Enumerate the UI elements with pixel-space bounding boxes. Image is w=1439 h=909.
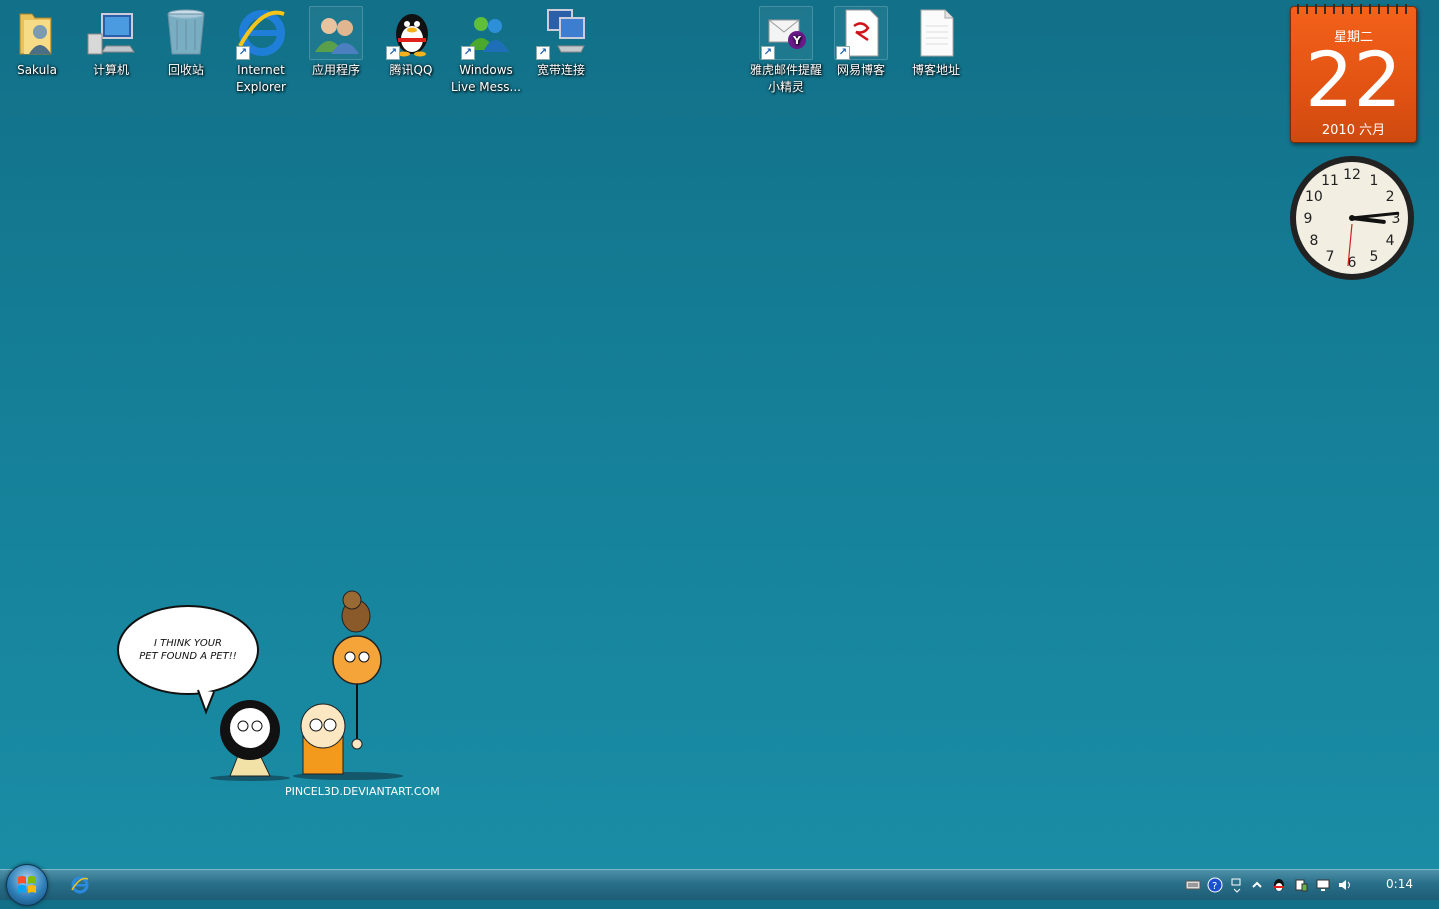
help-icon[interactable]: ? [1207,877,1223,893]
shortcut-arrow-icon: ↗ [761,46,775,60]
system-tray: ? 0:14 [1169,870,1439,900]
wallpaper-credit: PINCEL3D.DEVIANTART.COM [285,785,440,798]
show-hidden-icons-chevron-icon[interactable] [1249,877,1265,893]
windows-logo-icon [18,876,36,893]
volume-icon[interactable] [1337,877,1353,893]
restore-icon[interactable] [1229,877,1245,893]
clock-numeral: 12 [1343,167,1361,183]
shortcut-arrow-icon: ↗ [461,46,475,60]
desktop-icon-label: 应用程序 [311,63,360,77]
desktop-icon-label: Windows Live Mess... [450,63,521,94]
shortcut-arrow-icon: ↗ [386,46,400,60]
desktop-icon-computer[interactable]: 计算机 [74,2,148,79]
desktop-icon-label: 雅虎邮件提醒小精灵 [749,63,822,94]
clock-numeral: 8 [1309,233,1318,249]
desktop-icon-recycle-bin[interactable]: 回收站 [149,2,223,79]
desktop-icon-label: 回收站 [167,63,204,77]
svg-text:Y: Y [792,34,802,47]
shortcut-arrow-icon: ↗ [536,46,550,60]
desktop-icon-sakula[interactable]: Sakula [0,2,74,79]
calendar-gadget[interactable]: 星期二 22 2010 六月 [1290,4,1417,143]
safely-remove-icon[interactable] [1293,877,1309,893]
desktop-icon-applications[interactable]: 应用程序 [299,2,373,79]
wallpaper-cartoon: I THINK YOUR PET FOUND A PET!! PINCEL3D.… [110,580,450,805]
qq-tray-icon[interactable] [1271,877,1287,893]
users-icon [315,18,359,54]
desktop-icon-internet-explorer[interactable]: ↗ Internet Explorer [224,2,298,96]
clock-numeral: 1 [1370,173,1379,189]
calendar-day: 22 [1305,35,1402,124]
start-button[interactable] [6,864,48,906]
clock-numeral: 4 [1386,233,1395,249]
keyboard-icon[interactable] [1185,877,1201,893]
desktop-icon-label: 宽带连接 [536,63,585,77]
clock-numeral: 5 [1370,249,1379,265]
desktop-icon-label: Internet Explorer [236,63,286,94]
clock-center [1349,215,1355,221]
clock-numeral: 10 [1305,189,1323,205]
desktop-icon-netease-blog[interactable]: ↗ 网易博客 [824,2,898,79]
shortcut-arrow-icon: ↗ [236,46,250,60]
computer-icon [87,13,135,55]
desktop-icon-live-messenger[interactable]: ↗ Windows Live Mess... [449,2,523,96]
desktop-icon-label: 博客地址 [911,63,960,77]
quicklaunch-ie-button[interactable] [70,875,90,895]
desktop-icon-blog-address[interactable]: 博客地址 [899,2,973,79]
network-icon[interactable] [1315,877,1331,893]
desktop-icon-label: 计算机 [92,63,129,77]
analog-clock: 12 1234567891011 [1290,156,1414,280]
clock-numeral: 11 [1321,173,1339,189]
speech-bubble-line-2: PET FOUND A PET!! [139,651,236,662]
text-document-icon [920,9,954,57]
internet-explorer-icon [71,876,89,894]
desktop-icon-qq[interactable]: ↗ 腾讯QQ [374,2,448,79]
svg-text:?: ? [1212,881,1217,892]
recycle-bin-icon [167,9,205,55]
desktop-icon-label: Sakula [17,63,57,77]
calendar-month-year: 2010 六月 [1321,123,1386,138]
calendar-rings [1297,4,1410,14]
speech-bubble-line-1: I THINK YOUR [154,638,222,649]
taskbar-clock[interactable]: 0:14 [1386,877,1413,891]
desktop-icon-broadband[interactable]: ↗ 宽带连接 [524,2,598,79]
desktop-icon-yahoo-mail[interactable]: Y ↗ 雅虎邮件提醒小精灵 [749,2,823,96]
shortcut-arrow-icon: ↗ [836,46,850,60]
clock-numeral: 9 [1304,211,1313,227]
taskbar: ? 0:14 [0,864,1439,906]
clock-gadget[interactable]: 12 1 2 3 4 5 6 7 8 9 10 11 [1288,154,1416,282]
clock-numeral: 2 [1386,189,1395,205]
clock-numeral: 7 [1326,249,1335,265]
user-folder-icon [19,13,52,55]
desktop-icon-label: 腾讯QQ [389,63,433,77]
desktop-icon-label: 网易博客 [836,63,885,77]
